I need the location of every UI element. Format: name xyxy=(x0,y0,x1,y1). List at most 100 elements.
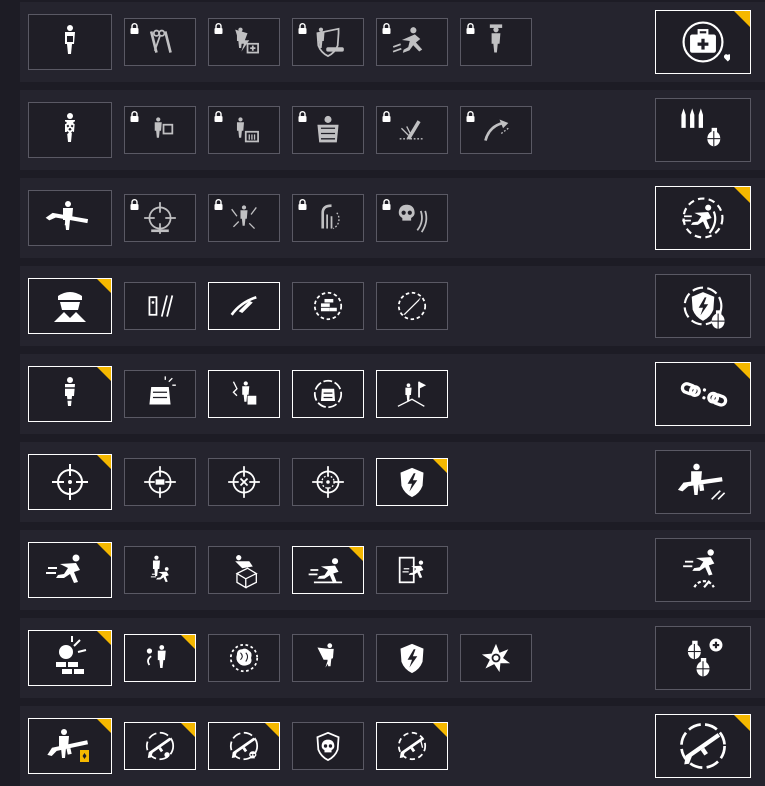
lock-icon xyxy=(466,23,475,34)
class-tile[interactable] xyxy=(28,102,112,158)
class-tile[interactable] xyxy=(28,366,112,422)
skill-tile[interactable] xyxy=(376,370,448,418)
skill-tile[interactable] xyxy=(208,458,280,506)
skill-tile[interactable] xyxy=(376,106,448,154)
crosshair-battery-icon xyxy=(144,466,176,498)
perk-tile[interactable] xyxy=(655,450,751,514)
skill-tile[interactable] xyxy=(124,634,196,682)
skill-tile[interactable] xyxy=(292,458,364,506)
skill-tile[interactable] xyxy=(292,370,364,418)
shield-bolt-icon xyxy=(400,643,424,674)
skill-tree-row xyxy=(20,618,765,698)
skill-tile[interactable] xyxy=(208,18,280,66)
skill-tile[interactable] xyxy=(124,194,196,242)
brain-shock-icon xyxy=(229,643,259,673)
climb-flag-icon xyxy=(397,381,427,407)
perk-tile[interactable] xyxy=(655,186,751,250)
class-tile[interactable] xyxy=(28,190,112,246)
lock-icon xyxy=(130,199,139,210)
rifle-circle-icon xyxy=(680,723,726,769)
skill-tile[interactable] xyxy=(292,634,364,682)
skill-tile[interactable] xyxy=(124,546,196,594)
class-tile[interactable] xyxy=(28,454,112,510)
skill-tile[interactable] xyxy=(460,106,532,154)
skill-tile[interactable] xyxy=(292,106,364,154)
rifleman-icon xyxy=(45,201,89,230)
perk-tile[interactable] xyxy=(655,10,751,74)
skill-tile[interactable] xyxy=(376,458,448,506)
knife-slash-icon xyxy=(230,295,257,316)
skill-tile[interactable] xyxy=(124,458,196,506)
perk-tile[interactable] xyxy=(655,274,751,338)
skill-tree-row xyxy=(20,178,765,258)
supply-toss-icon xyxy=(154,117,174,138)
unlocked-badge xyxy=(734,187,750,203)
skill-tile[interactable] xyxy=(460,634,532,682)
class-tile[interactable] xyxy=(28,278,112,334)
unlocked-badge xyxy=(734,363,750,379)
bandit-mask-icon xyxy=(54,292,86,322)
lock-icon xyxy=(214,23,223,34)
skill-tile[interactable] xyxy=(124,106,196,154)
unlocked-badge xyxy=(97,543,111,557)
class-tile[interactable] xyxy=(28,542,112,598)
ammo-carrier-icon xyxy=(64,113,76,142)
skill-tile[interactable] xyxy=(376,282,448,330)
class-tile[interactable] xyxy=(28,630,112,686)
skill-tile[interactable] xyxy=(292,546,364,594)
unlocked-badge xyxy=(265,723,279,737)
skill-tile[interactable] xyxy=(208,282,280,330)
unlocked-badge xyxy=(433,723,447,737)
skill-tile[interactable] xyxy=(292,18,364,66)
unlocked-badge xyxy=(97,455,111,469)
skill-tile[interactable] xyxy=(208,370,280,418)
skill-tile[interactable] xyxy=(124,370,196,418)
carry-ally-icon xyxy=(150,555,169,583)
perk-tile[interactable] xyxy=(655,714,751,778)
skill-tile[interactable] xyxy=(376,194,448,242)
skill-tile[interactable] xyxy=(376,722,448,770)
skill-tile[interactable] xyxy=(208,722,280,770)
lock-icon xyxy=(298,23,307,34)
vault-box-icon xyxy=(235,555,258,589)
armored-vest-icon xyxy=(63,377,77,406)
skill-tile[interactable] xyxy=(376,18,448,66)
skill-tile[interactable] xyxy=(292,282,364,330)
door-breach-icon xyxy=(398,556,424,584)
skill-tree-grid xyxy=(0,0,765,786)
class-tile[interactable] xyxy=(28,14,112,70)
skill-tile[interactable] xyxy=(460,18,532,66)
bullet-impact-icon xyxy=(399,120,425,140)
perk-tile[interactable] xyxy=(655,362,751,426)
perk-tile[interactable] xyxy=(655,626,751,690)
skill-tile[interactable] xyxy=(124,18,196,66)
skill-tile[interactable] xyxy=(376,546,448,594)
crosshair-dot-icon xyxy=(312,466,344,498)
skill-tree-row xyxy=(20,442,765,522)
skill-tile[interactable] xyxy=(292,722,364,770)
perk-tile[interactable] xyxy=(655,538,751,602)
broken-chain-icon xyxy=(680,382,728,407)
coin-stack-icon xyxy=(313,291,343,321)
skill-tile[interactable] xyxy=(124,722,196,770)
perk-tile[interactable] xyxy=(655,98,751,162)
skill-tile[interactable] xyxy=(208,634,280,682)
vest-burst-icon xyxy=(149,376,176,405)
medic-revive-kit-icon xyxy=(235,27,259,54)
sniper-aim-icon xyxy=(677,463,726,500)
crosshair-target-icon xyxy=(144,202,176,234)
skill-tile[interactable] xyxy=(376,634,448,682)
skill-tile[interactable] xyxy=(208,194,280,242)
unlocked-badge xyxy=(181,723,195,737)
skill-tile[interactable] xyxy=(124,282,196,330)
skill-tile[interactable] xyxy=(208,106,280,154)
rifle-skull-icon xyxy=(229,731,259,761)
unlocked-badge xyxy=(97,631,111,645)
skill-tile[interactable] xyxy=(208,546,280,594)
skill-tile[interactable] xyxy=(292,194,364,242)
skill-tree-row xyxy=(20,2,765,82)
sprint-icon xyxy=(46,554,80,583)
resupply-crate-icon xyxy=(236,117,259,143)
class-tile[interactable] xyxy=(28,718,112,774)
skull-reload-icon xyxy=(398,204,428,233)
